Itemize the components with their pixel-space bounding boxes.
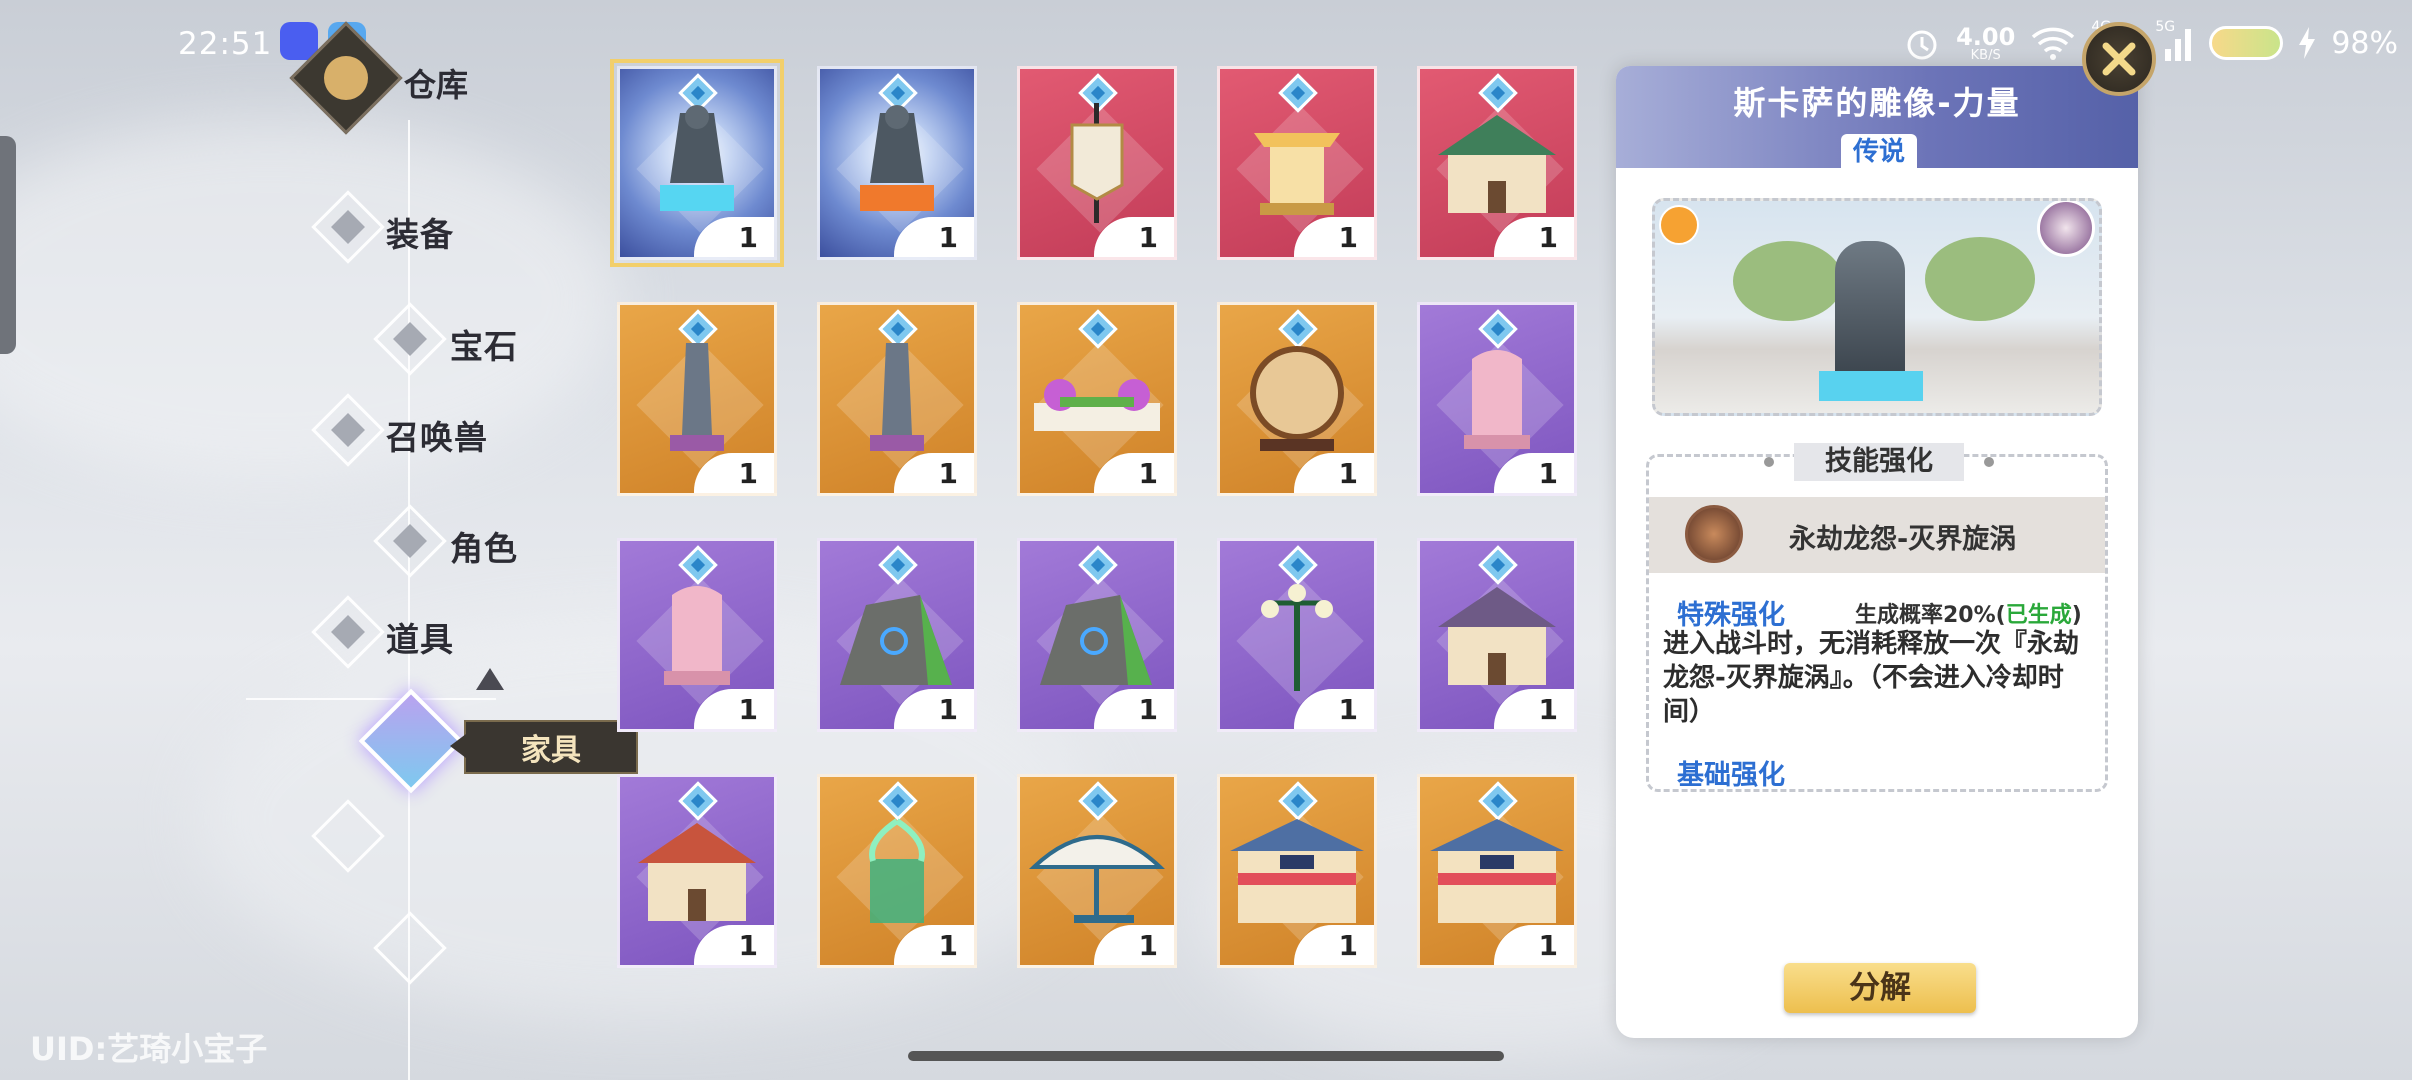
obelisk-icon: [620, 339, 774, 459]
nav-label: 召唤兽: [386, 418, 488, 457]
inventory-card[interactable]: 1: [1217, 66, 1377, 260]
nav-label: 角色: [450, 529, 518, 568]
statue-orange-icon: [820, 103, 974, 223]
mansion-icon: [1420, 103, 1574, 223]
inventory-card[interactable]: 1: [617, 302, 777, 496]
inventory-card[interactable]: 1: [1217, 774, 1377, 968]
statue-blue-icon: [620, 103, 774, 223]
obelisk-icon: [820, 339, 974, 459]
page-title: 仓库: [404, 66, 469, 104]
charging-icon: [2299, 27, 2316, 59]
uid-label: UID:艺琦小宝子: [30, 1030, 268, 1068]
inventory-card[interactable]: 1: [817, 66, 977, 260]
flowerbed-icon: [1020, 339, 1174, 459]
item-detail-panel: 斯卡萨的雕像-力量 传说 技能强化 永劫龙怨-灭界旋涡 特殊强化 生成概率20%…: [1616, 66, 2138, 1038]
nav-diamond-icon: [311, 595, 385, 669]
close-icon: [2102, 42, 2136, 76]
skill-description: 进入战斗时，无消耗释放一次『永劫龙怨-灭界旋涡』。（不会进入冷却时间）: [1663, 629, 2080, 727]
inventory-card[interactable]: 1: [817, 538, 977, 732]
preview-statue-art: [1835, 241, 1905, 381]
parasol-icon: [1020, 811, 1174, 931]
skill-icon: [1685, 505, 1743, 563]
nav-label: 装备: [386, 215, 454, 254]
inventory-card[interactable]: 1: [1417, 66, 1577, 260]
skill-enhance-box: 技能强化 永劫龙怨-灭界旋涡 特殊强化 生成概率20%(已生成) 进入战斗时，无…: [1646, 443, 2108, 792]
rune-rock-icon: [1020, 575, 1174, 695]
fountain-icon: [820, 811, 974, 931]
inventory-card[interactable]: 1: [1017, 66, 1177, 260]
shrine-icon: [1220, 103, 1374, 223]
chance-status: 已生成: [2005, 603, 2072, 628]
element-fire-icon: [1659, 205, 1699, 245]
signal-5g-icon: 5G: [2155, 19, 2195, 63]
shop-icon: [1220, 811, 1374, 931]
inventory-card[interactable]: 1: [1017, 302, 1177, 496]
chance-prefix: 生成概率20%(: [1855, 603, 2006, 628]
nav-label: 宝石: [450, 327, 518, 366]
detail-title: 斯卡萨的雕像-力量: [1733, 84, 2021, 122]
close-button[interactable]: [2082, 22, 2156, 96]
character-avatar: [2037, 201, 2095, 257]
inventory-card[interactable]: 1: [617, 538, 777, 732]
nav-label: 道具: [386, 620, 454, 659]
decompose-button[interactable]: 分解: [1784, 963, 1976, 1013]
inventory-card[interactable]: 1: [1017, 774, 1177, 968]
basic-enhance-label: 基础强化: [1677, 760, 1785, 791]
chance-suffix: ): [2071, 603, 2082, 628]
background-cloud: [0, 120, 620, 480]
preview-tree: [1925, 237, 2035, 321]
inventory-card[interactable]: 1: [1417, 302, 1577, 496]
skill-enhance-header: 技能强化: [1764, 443, 1994, 481]
inventory-card[interactable]: 1: [817, 302, 977, 496]
inventory-card[interactable]: 1: [617, 774, 777, 968]
pink-stone-icon: [1420, 339, 1574, 459]
left-edge-handle[interactable]: [0, 136, 16, 354]
skill-name: 永劫龙怨-灭界旋涡: [1789, 524, 2017, 555]
nav-line-horizontal: [246, 698, 496, 700]
shop-icon: [1420, 811, 1574, 931]
nav-active-label: 家具: [450, 720, 638, 774]
inventory-card[interactable]: 1: [1417, 774, 1577, 968]
warehouse-face-icon: [324, 56, 368, 100]
home-indicator[interactable]: [908, 1051, 1504, 1061]
nav-diamond-icon: [373, 504, 447, 578]
wifi-icon: [2032, 27, 2075, 60]
preview-tree: [1733, 241, 1843, 321]
net-speed-unit: KB/S: [1970, 47, 2001, 63]
generation-chance: 生成概率20%(已生成): [1855, 597, 2082, 629]
detail-header: 斯卡萨的雕像-力量 传说: [1616, 66, 2138, 168]
battery-icon: [2209, 26, 2284, 60]
house-icon: [1420, 575, 1574, 695]
inventory-card[interactable]: 1: [1417, 538, 1577, 732]
battery-percent: 98%: [2331, 25, 2398, 61]
net-speed: 4.00 KB/S: [1956, 25, 2015, 62]
inventory-grid: 11111111111111111111: [610, 59, 1577, 968]
inventory-card[interactable]: 1: [1017, 538, 1177, 732]
pink-stone-icon: [620, 575, 774, 695]
banner-icon: [1020, 103, 1174, 223]
inventory-card[interactable]: 1: [610, 59, 784, 267]
inventory-card[interactable]: 1: [1217, 538, 1377, 732]
gong-icon: [1220, 339, 1374, 459]
nav-collapse-arrow-icon[interactable]: [476, 668, 504, 690]
alarm-icon: [1907, 30, 1937, 60]
signal-5g-label: 5G: [2155, 19, 2176, 35]
red-house-icon: [620, 811, 774, 931]
status-time: 22:51: [178, 26, 273, 62]
inventory-card[interactable]: 1: [1217, 302, 1377, 496]
item-preview: [1652, 198, 2102, 416]
rune-rock-icon: [820, 575, 974, 695]
skill-row[interactable]: 永劫龙怨-灭界旋涡: [1649, 497, 2105, 573]
preview-statue-base: [1819, 371, 1923, 401]
rarity-badge: 传说: [1841, 134, 1917, 168]
net-speed-value: 4.00: [1956, 22, 2016, 51]
street-lamp-icon: [1220, 575, 1374, 695]
inventory-card[interactable]: 1: [817, 774, 977, 968]
system-tray: 4.00 KB/S 4G 5G 98%: [1902, 18, 2412, 68]
